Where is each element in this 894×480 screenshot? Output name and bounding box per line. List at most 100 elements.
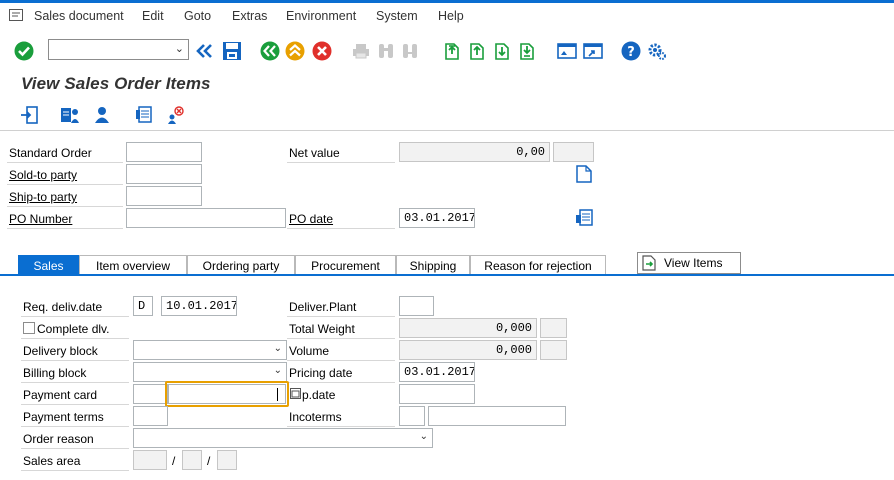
- payment-card-type-field[interactable]: [133, 384, 168, 404]
- incoterms-location-field[interactable]: [428, 406, 566, 426]
- menu-extras[interactable]: Extras: [232, 9, 267, 23]
- create-session-icon[interactable]: [556, 41, 578, 61]
- delete-partner-icon[interactable]: [163, 104, 185, 126]
- payment-terms-field[interactable]: [133, 406, 168, 426]
- sales-area-separator: /: [172, 454, 176, 468]
- billing-block-label: Billing block: [23, 366, 87, 380]
- tab-label: Sales: [33, 258, 64, 273]
- view-items-button[interactable]: View Items: [637, 252, 741, 274]
- chevron-down-icon[interactable]: ⌄: [274, 343, 282, 354]
- incoterms-label: Incoterms: [289, 410, 342, 424]
- req-deliv-date-field[interactable]: 10.01.2017: [161, 296, 237, 316]
- incoterms-field[interactable]: [399, 406, 425, 426]
- generate-shortcut-icon[interactable]: [582, 41, 604, 61]
- menu-system[interactable]: System: [376, 9, 418, 23]
- tab-reason-for-rejection[interactable]: Reason for rejection: [470, 255, 606, 275]
- document-icon[interactable]: [574, 164, 594, 184]
- deliver-plant-label: Deliver.Plant: [289, 300, 357, 314]
- po-date-field[interactable]: 03.01.2017: [399, 208, 475, 228]
- sales-area-label: Sales area: [23, 454, 81, 468]
- next-page-icon[interactable]: [491, 41, 511, 61]
- total-weight-unit-field: [540, 318, 567, 338]
- tab-label: Ordering party: [202, 258, 280, 273]
- settings-gear-icon[interactable]: [646, 40, 668, 62]
- standard-order-field[interactable]: [126, 142, 202, 162]
- chevron-down-icon[interactable]: ⌄: [274, 365, 282, 376]
- first-page-icon[interactable]: [441, 41, 461, 61]
- net-value-label: Net value: [289, 146, 340, 160]
- menu-help[interactable]: Help: [438, 9, 464, 23]
- find-icon: [376, 42, 396, 60]
- tab-shipping[interactable]: Shipping: [396, 255, 470, 275]
- volume-field: 0,000: [399, 340, 537, 360]
- calendar-icon[interactable]: [289, 387, 301, 399]
- tab-label: Procurement: [311, 258, 380, 273]
- sold-to-party-field[interactable]: [126, 164, 202, 184]
- exp-date-field[interactable]: [399, 384, 475, 404]
- ship-to-party-label[interactable]: Ship-to party: [9, 190, 77, 204]
- enter-check-icon[interactable]: [13, 40, 35, 62]
- tab-label: Reason for rejection: [484, 258, 592, 273]
- tab-ordering-party[interactable]: Ordering party: [187, 255, 295, 275]
- menu-icon[interactable]: [9, 8, 23, 22]
- previous-page-icon[interactable]: [466, 41, 486, 61]
- document-flow-icon[interactable]: [19, 105, 39, 125]
- cancel-icon[interactable]: [311, 40, 333, 62]
- sold-to-party-label[interactable]: Sold-to party: [9, 168, 77, 182]
- help-icon[interactable]: ?: [620, 40, 642, 62]
- menu-sales-document[interactable]: Sales document: [34, 9, 124, 23]
- total-weight-label: Total Weight: [289, 322, 355, 336]
- exp-date-label: p.date: [302, 388, 336, 402]
- tab-sales[interactable]: Sales: [18, 255, 79, 275]
- deliver-plant-field[interactable]: [399, 296, 434, 316]
- svg-text:?: ?: [627, 45, 635, 60]
- volume-unit-field: [540, 340, 567, 360]
- order-reason-select[interactable]: ⌄: [133, 428, 433, 448]
- po-number-field[interactable]: [126, 208, 286, 228]
- net-value-field: 0,00: [399, 142, 550, 162]
- standard-order-label: Standard Order: [9, 146, 92, 160]
- chevron-down-icon[interactable]: ⌄: [420, 431, 428, 442]
- last-page-icon[interactable]: [516, 41, 536, 61]
- distribution-channel-field: [182, 450, 202, 470]
- menu-edit[interactable]: Edit: [142, 9, 164, 23]
- payment-terms-label: Payment terms: [23, 410, 104, 424]
- back-icon[interactable]: [259, 40, 281, 62]
- complete-dlv-label: Complete dlv.: [37, 322, 110, 336]
- page-title: View Sales Order Items: [21, 74, 211, 93]
- menu-environment[interactable]: Environment: [286, 9, 356, 23]
- tab-procurement[interactable]: Procurement: [295, 255, 396, 275]
- item-details-icon[interactable]: [134, 105, 156, 125]
- double-chevron-left-icon[interactable]: [196, 42, 214, 60]
- delivery-block-select[interactable]: ⌄: [133, 340, 287, 360]
- payment-card-field[interactable]: [168, 384, 286, 404]
- ship-to-party-field[interactable]: [126, 186, 202, 206]
- command-field[interactable]: ⌄: [48, 39, 189, 60]
- save-icon[interactable]: [221, 41, 243, 61]
- complete-dlv-checkbox[interactable]: [23, 322, 35, 334]
- tab-label: Shipping: [409, 258, 457, 273]
- tab-item-overview[interactable]: Item overview: [79, 255, 187, 275]
- find-next-icon: [400, 42, 420, 60]
- header-details-icon[interactable]: [574, 208, 594, 228]
- tab-underline: [0, 274, 894, 276]
- view-items-icon: [642, 255, 656, 271]
- po-number-label[interactable]: PO Number: [9, 212, 72, 226]
- print-icon: [351, 42, 371, 60]
- chevron-down-icon[interactable]: ⌄: [175, 42, 184, 55]
- pricing-date-field[interactable]: 03.01.2017: [399, 362, 475, 382]
- po-date-label[interactable]: PO date: [289, 212, 333, 226]
- view-items-label: View Items: [664, 256, 723, 270]
- req-deliv-format-field[interactable]: D: [133, 296, 153, 316]
- menu-goto[interactable]: Goto: [184, 9, 211, 23]
- division-field: [217, 450, 237, 470]
- net-value-currency-field: [553, 142, 594, 162]
- billing-block-select[interactable]: ⌄: [133, 362, 287, 382]
- tab-label: Item overview: [95, 258, 171, 273]
- business-partner-icon[interactable]: [59, 105, 81, 125]
- exit-icon[interactable]: [284, 40, 306, 62]
- total-weight-field: 0,000: [399, 318, 537, 338]
- partner-person-icon[interactable]: [92, 105, 112, 125]
- order-reason-label: Order reason: [23, 432, 94, 446]
- sales-area-separator: /: [207, 454, 211, 468]
